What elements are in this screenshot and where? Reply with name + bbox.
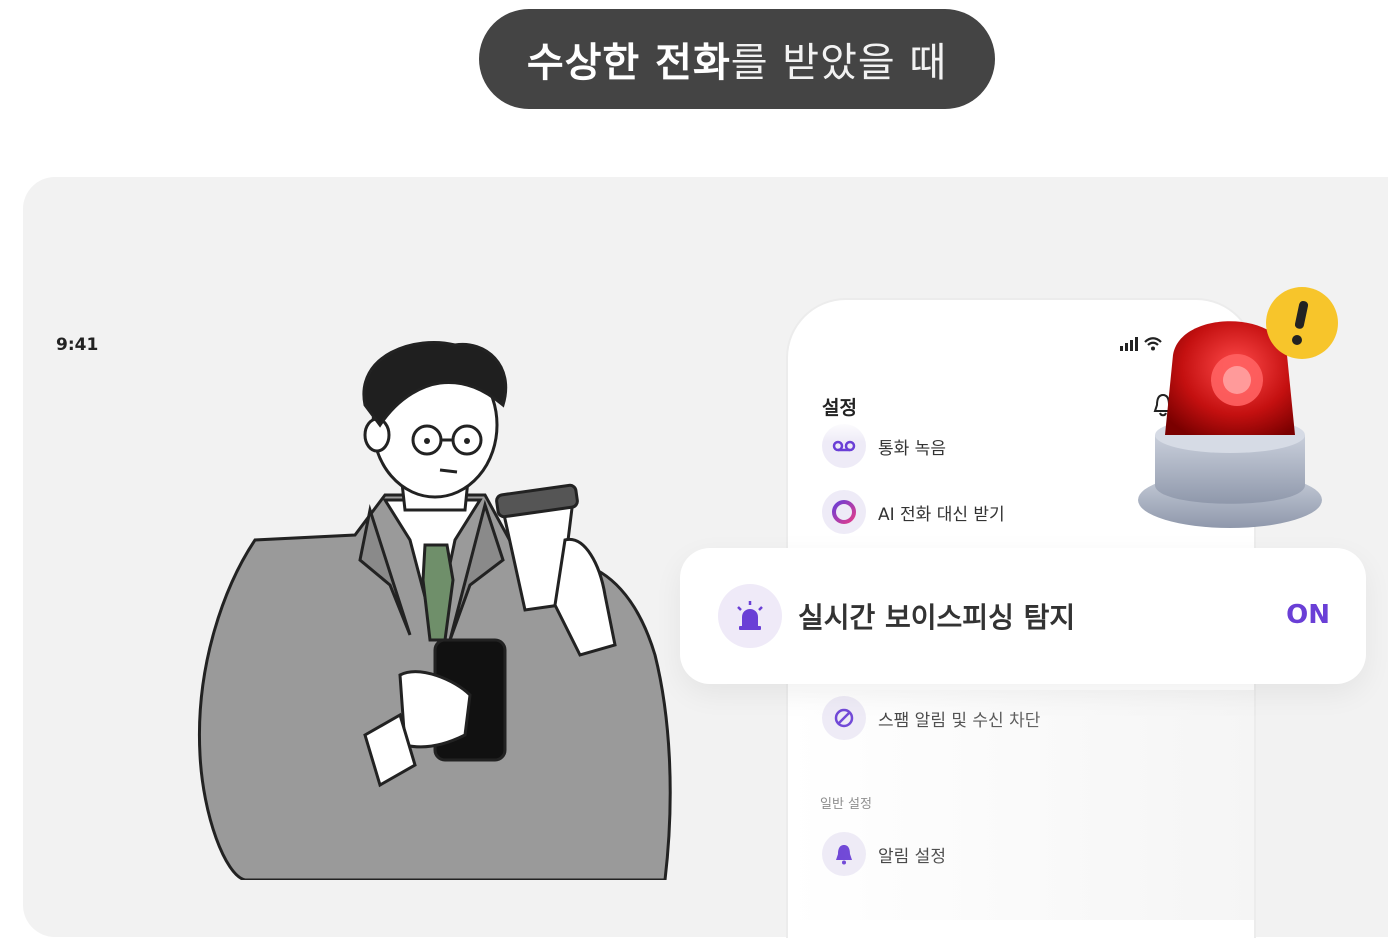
bell-icon <box>822 832 866 876</box>
title-pill: 수상한 전화 를 받았을 때 <box>479 9 995 109</box>
block-icon <box>822 696 866 740</box>
title-strong: 수상한 전화 <box>526 40 731 86</box>
voice-phishing-card[interactable]: 실시간 보이스피싱 탐지 ON <box>680 548 1366 684</box>
settings-title: 설정 <box>822 397 857 419</box>
settings-row-alarm[interactable]: 알림 설정 <box>822 832 946 876</box>
voice-phishing-state[interactable]: ON <box>1286 600 1330 630</box>
row-label-alarm: 알림 설정 <box>878 846 946 867</box>
ai-ring-icon <box>822 490 866 534</box>
section-label-general: 일반 설정 <box>820 797 872 812</box>
siren-icon <box>718 584 782 648</box>
settings-row-spam[interactable]: 스팸 알림 및 수신 차단 <box>822 696 1040 740</box>
row-label-spam: 스팸 알림 및 수신 차단 <box>878 710 1041 731</box>
siren-illustration <box>1138 287 1338 528</box>
settings-row-ai-answer[interactable]: AI 전화 대신 받기 <box>822 490 1005 534</box>
status-time: 9:41 <box>56 335 99 355</box>
title-light: 를 받았을 때 <box>730 40 948 86</box>
row-label-ai-answer: AI 전화 대신 받기 <box>878 504 1005 525</box>
voice-phishing-label: 실시간 보이스피싱 탐지 <box>798 601 1076 634</box>
man-illustration <box>197 341 672 880</box>
